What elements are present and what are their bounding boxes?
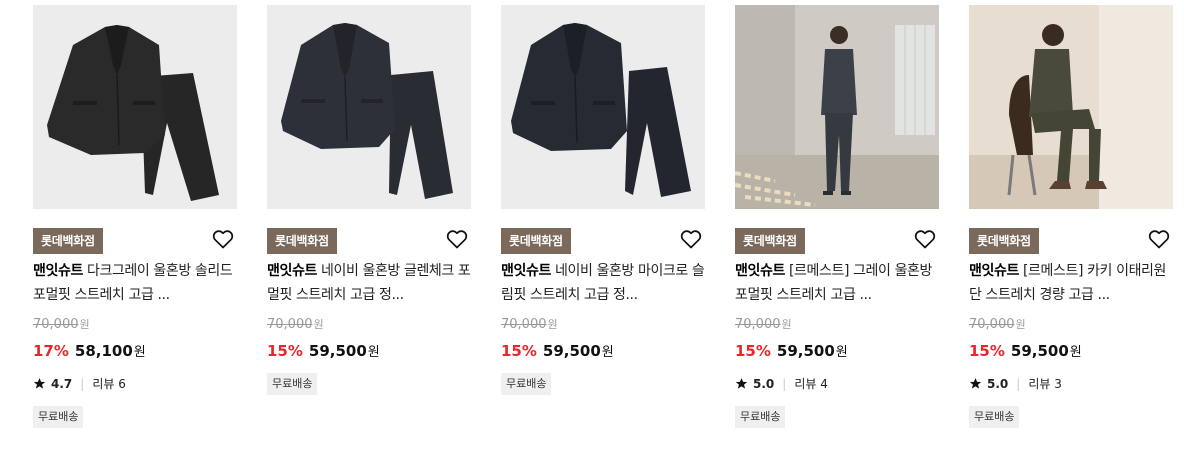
sale-price: 17% 58,100원: [33, 342, 146, 360]
product-title[interactable]: 맨잇슈트 다크그레이 울혼방 솔리드 포멀핏 스트레치 고급 ...: [33, 259, 237, 307]
sale-price: 15% 59,500원: [969, 342, 1082, 360]
star-icon: [735, 378, 748, 389]
store-badge: 롯데백화점: [33, 228, 103, 254]
rating-score: 4.7: [51, 376, 73, 391]
review-count: 리뷰 3: [1028, 377, 1062, 391]
wishlist-heart-icon[interactable]: [679, 227, 703, 251]
wishlist-heart-icon[interactable]: [445, 227, 469, 251]
discount-rate: 15%: [267, 342, 303, 360]
product-image[interactable]: [33, 5, 237, 209]
store-badge: 롯데백화점: [735, 228, 805, 254]
discount-rate: 15%: [735, 342, 771, 360]
review-count: 리뷰 6: [92, 377, 126, 391]
product-card[interactable]: 롯데백화점 맨잇슈트 [르메스트] 그레이 울혼방 포멀핏 스트레치 고급 ..…: [735, 5, 939, 445]
rating-row: 4.7 | 리뷰 6: [33, 375, 126, 392]
product-image[interactable]: [969, 5, 1173, 209]
brand-name: 맨잇슈트: [735, 263, 785, 279]
store-badge: 롯데백화점: [969, 228, 1039, 254]
free-shipping-badge: 무료배송: [501, 373, 552, 395]
star-icon: [33, 378, 46, 389]
product-title[interactable]: 맨잇슈트 네이비 울혼방 마이크로 슬림핏 스트레치 고급 정...: [501, 259, 705, 307]
review-count: 리뷰 4: [794, 377, 828, 391]
free-shipping-badge: 무료배송: [969, 406, 1020, 428]
original-price: 70,000원: [735, 317, 792, 332]
sale-price: 15% 59,500원: [267, 342, 380, 360]
product-card[interactable]: 롯데백화점 맨잇슈트 네이비 울혼방 글렌체크 포멀핏 스트레치 고급 정...…: [267, 5, 471, 445]
product-title[interactable]: 맨잇슈트 네이비 울혼방 글렌체크 포멀핏 스트레치 고급 정...: [267, 259, 471, 307]
product-title[interactable]: 맨잇슈트 [르메스트] 카키 이태리원단 스트레치 경량 고급 ...: [969, 259, 1173, 307]
product-card[interactable]: 롯데백화점 맨잇슈트 다크그레이 울혼방 솔리드 포멀핏 스트레치 고급 ...…: [33, 5, 237, 445]
original-price: 70,000원: [33, 317, 90, 332]
brand-name: 맨잇슈트: [33, 263, 83, 279]
discount-rate: 15%: [501, 342, 537, 360]
free-shipping-badge: 무료배송: [267, 373, 318, 395]
free-shipping-badge: 무료배송: [735, 406, 786, 428]
wishlist-heart-icon[interactable]: [211, 227, 235, 251]
free-shipping-badge: 무료배송: [33, 406, 84, 428]
sale-price: 15% 59,500원: [735, 342, 848, 360]
rating-score: 5.0: [987, 376, 1009, 391]
product-image[interactable]: [735, 5, 939, 209]
product-image[interactable]: [501, 5, 705, 209]
store-badge: 롯데백화점: [501, 228, 571, 254]
discount-rate: 17%: [33, 342, 69, 360]
product-grid: 롯데백화점 맨잇슈트 다크그레이 울혼방 솔리드 포멀핏 스트레치 고급 ...…: [0, 0, 1184, 451]
sale-price: 15% 59,500원: [501, 342, 614, 360]
wishlist-heart-icon[interactable]: [913, 227, 937, 251]
product-card[interactable]: 롯데백화점 맨잇슈트 네이비 울혼방 마이크로 슬림핏 스트레치 고급 정...…: [501, 5, 705, 445]
brand-name: 맨잇슈트: [969, 263, 1019, 279]
original-price: 70,000원: [267, 317, 324, 332]
product-title[interactable]: 맨잇슈트 [르메스트] 그레이 울혼방 포멀핏 스트레치 고급 ...: [735, 259, 939, 307]
wishlist-heart-icon[interactable]: [1147, 227, 1171, 251]
original-price: 70,000원: [501, 317, 558, 332]
rating-score: 5.0: [753, 376, 775, 391]
discount-rate: 15%: [969, 342, 1005, 360]
brand-name: 맨잇슈트: [501, 263, 551, 279]
product-image[interactable]: [267, 5, 471, 209]
store-badge: 롯데백화점: [267, 228, 337, 254]
star-icon: [969, 378, 982, 389]
product-card[interactable]: 롯데백화점 맨잇슈트 [르메스트] 카키 이태리원단 스트레치 경량 고급 ..…: [969, 5, 1173, 445]
rating-row: 5.0 | 리뷰 4: [735, 375, 828, 392]
brand-name: 맨잇슈트: [267, 263, 317, 279]
original-price: 70,000원: [969, 317, 1026, 332]
rating-row: 5.0 | 리뷰 3: [969, 375, 1062, 392]
